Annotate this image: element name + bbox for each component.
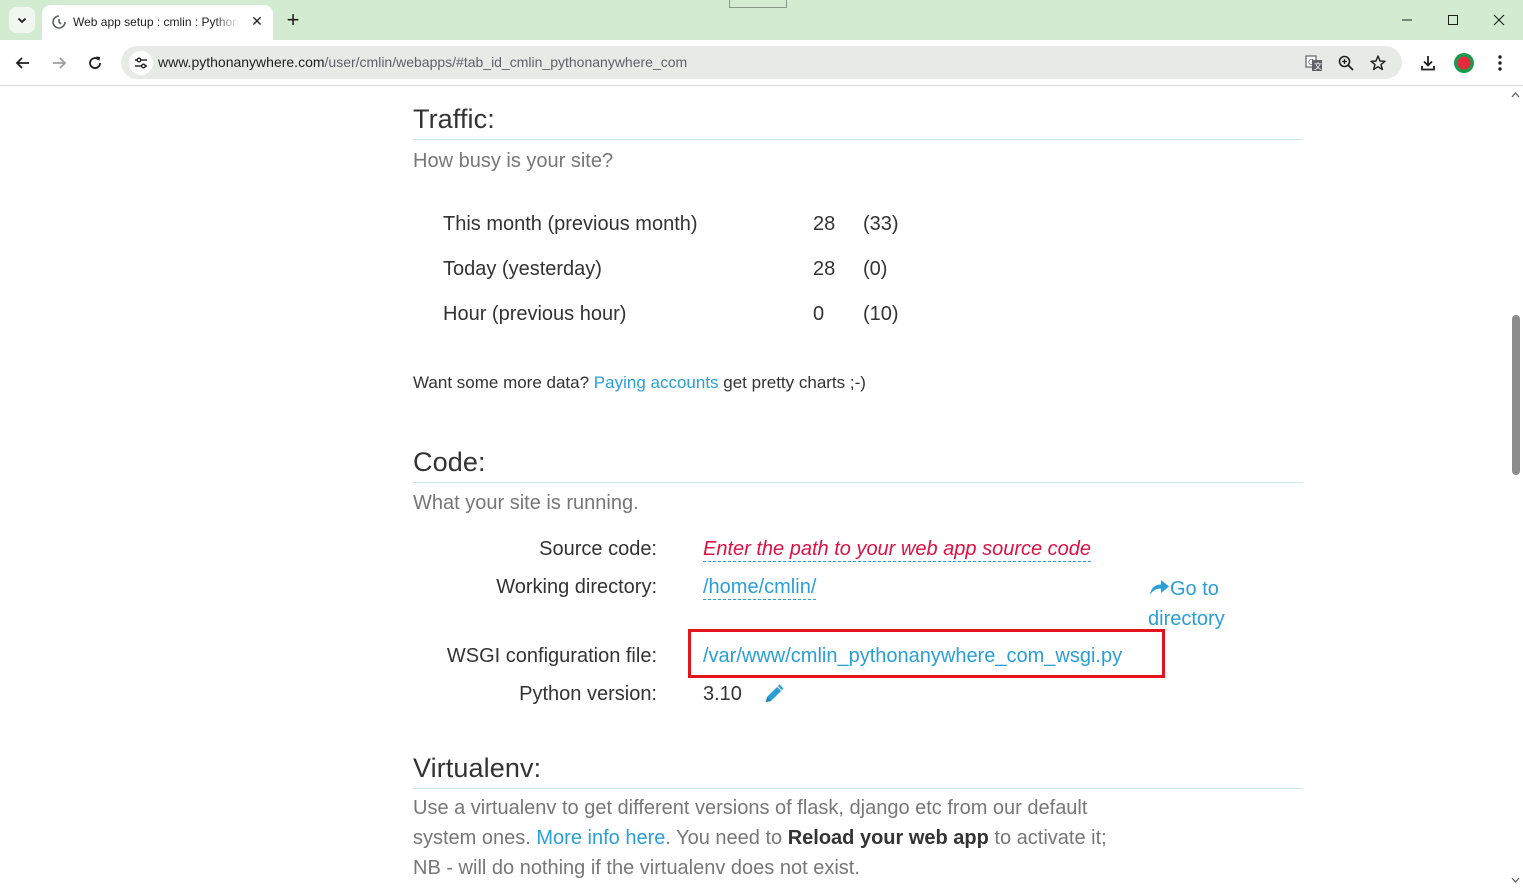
download-icon[interactable] bbox=[1412, 47, 1444, 79]
svg-text:文: 文 bbox=[1314, 61, 1322, 71]
translate-icon[interactable]: G文 bbox=[1303, 52, 1325, 74]
page-content: Traffic: How busy is your site? This mon… bbox=[0, 87, 1508, 890]
python-version-value: 3.10 bbox=[703, 683, 742, 705]
more-info-link[interactable]: More info here bbox=[536, 827, 665, 849]
site-info-icon[interactable] bbox=[129, 51, 153, 75]
traffic-row-previous: (33) bbox=[863, 213, 899, 235]
source-code-field[interactable]: Enter the path to your web app source co… bbox=[703, 537, 1092, 562]
plus-icon[interactable]: + bbox=[281, 8, 305, 32]
more-data-text: Want some more data? Paying accounts get… bbox=[413, 373, 866, 392]
go-to-directory-link[interactable]: Go to directory bbox=[1148, 574, 1248, 634]
virtualenv-heading: Virtualenv: bbox=[413, 753, 1303, 789]
active-tab[interactable]: Web app setup : cmlin : PythonAnywhere ✕ bbox=[42, 5, 273, 40]
traffic-row-value: 28 bbox=[813, 213, 836, 235]
traffic-row-label: Hour (previous hour) bbox=[443, 303, 627, 325]
window-drag-handle[interactable] bbox=[729, 0, 787, 8]
python-version-label: Python version: bbox=[519, 683, 657, 705]
url-text: www.pythonanywhere.com/user/cmlin/webapp… bbox=[158, 54, 688, 70]
close-window-icon[interactable] bbox=[1476, 0, 1522, 40]
code-heading: Code: bbox=[413, 447, 1303, 483]
tab-strip: Web app setup : cmlin : PythonAnywhere ✕… bbox=[0, 0, 1523, 40]
pencil-icon[interactable] bbox=[763, 681, 787, 705]
scroll-thumb[interactable] bbox=[1512, 315, 1520, 475]
kebab-menu-icon[interactable] bbox=[1484, 47, 1516, 79]
forward-arrow-icon[interactable] bbox=[43, 47, 75, 79]
zoom-icon[interactable] bbox=[1335, 52, 1357, 74]
traffic-subheading: How busy is your site? bbox=[413, 150, 614, 172]
virtualenv-description: Use a virtualenv to get different versio… bbox=[413, 797, 1107, 879]
scroll-down-arrow-icon[interactable] bbox=[1511, 876, 1520, 884]
traffic-row-value: 0 bbox=[813, 303, 825, 325]
minimize-icon[interactable] bbox=[1384, 0, 1430, 40]
profile-icon[interactable] bbox=[1448, 47, 1480, 79]
page-scrollbar[interactable] bbox=[1508, 87, 1523, 890]
maximize-icon[interactable] bbox=[1430, 0, 1476, 40]
working-directory-label: Working directory: bbox=[496, 576, 657, 598]
wsgi-config-link[interactable]: /var/www/cmlin_pythonanywhere_com_wsgi.p… bbox=[703, 645, 1122, 668]
paying-accounts-link[interactable]: Paying accounts bbox=[594, 373, 719, 392]
source-code-label: Source code: bbox=[539, 538, 657, 560]
wsgi-config-label: WSGI configuration file: bbox=[446, 645, 657, 667]
scroll-up-arrow-icon[interactable] bbox=[1511, 91, 1520, 99]
browser-toolbar: www.pythonanywhere.com/user/cmlin/webapp… bbox=[0, 40, 1523, 86]
traffic-row-label: Today (yesterday) bbox=[443, 258, 602, 280]
code-subheading: What your site is running. bbox=[413, 492, 639, 514]
tab-list-icon bbox=[17, 17, 27, 24]
address-bar[interactable]: www.pythonanywhere.com/user/cmlin/webapp… bbox=[121, 46, 1402, 79]
back-arrow-icon[interactable] bbox=[7, 47, 39, 79]
star-icon[interactable] bbox=[1367, 52, 1389, 74]
pythonanywhere-favicon-icon bbox=[52, 15, 66, 29]
traffic-heading: Traffic: bbox=[413, 104, 1303, 140]
reload-icon[interactable] bbox=[79, 47, 111, 79]
traffic-row-label: This month (previous month) bbox=[443, 213, 698, 235]
tab-title: Web app setup : cmlin : PythonAnywhere bbox=[73, 15, 239, 29]
traffic-row-previous: (10) bbox=[863, 303, 899, 325]
traffic-row-previous: (0) bbox=[863, 258, 888, 280]
traffic-row-value: 28 bbox=[813, 258, 836, 280]
tab-list-button[interactable] bbox=[9, 7, 35, 33]
share-arrow-icon bbox=[1150, 580, 1169, 595]
working-directory-field[interactable]: /home/cmlin/ bbox=[703, 575, 817, 600]
close-icon[interactable]: ✕ bbox=[247, 11, 267, 31]
